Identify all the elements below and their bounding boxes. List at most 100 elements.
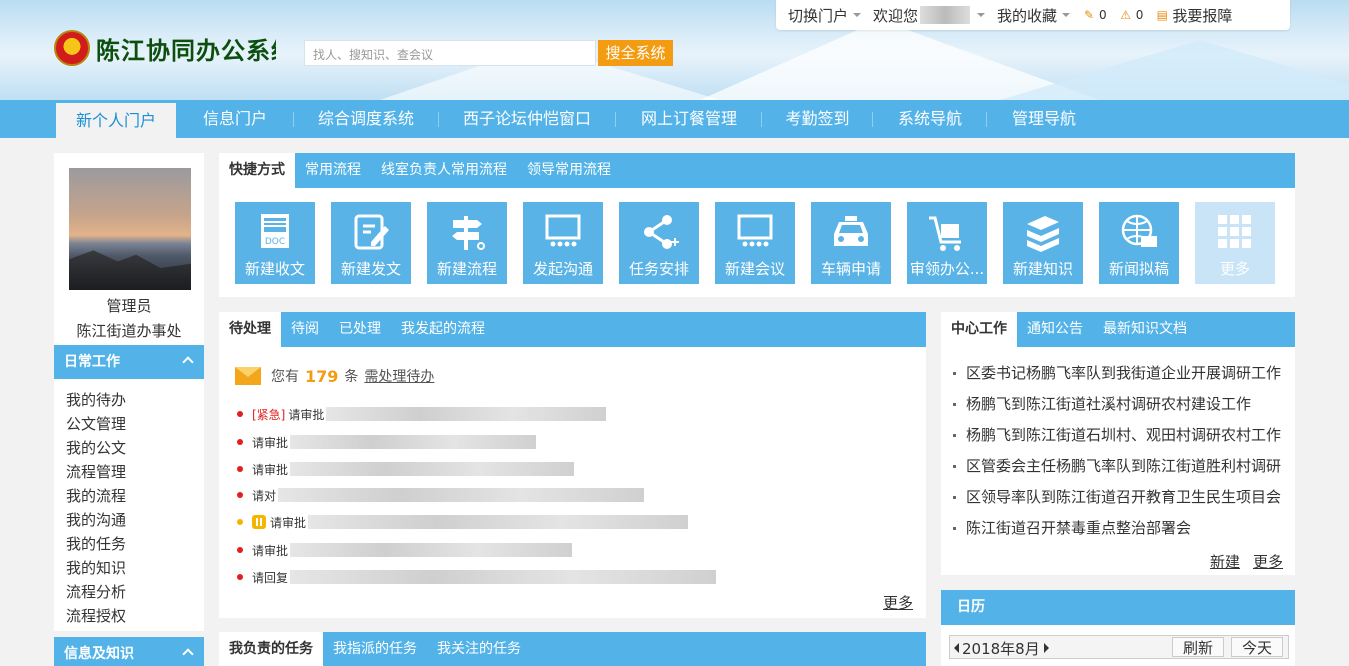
shortcut-new-receipt[interactable]: DOC 新建收文 xyxy=(235,202,315,284)
nav-tab-new-portal[interactable]: 新个人门户 xyxy=(56,103,176,138)
next-month-icon[interactable] xyxy=(1044,643,1049,653)
tab-center-work[interactable]: 中心工作 xyxy=(941,312,1017,347)
pending-summary: 您有 179 条 需处理待办 xyxy=(235,366,434,386)
pause-icon xyxy=(252,515,266,529)
nav-separator xyxy=(438,112,439,127)
todo-text: 请回复 xyxy=(252,570,289,585)
tab-leader-process[interactable]: 领导常用流程 xyxy=(517,153,621,188)
pending-todo-link[interactable]: 需处理待办 xyxy=(364,366,434,386)
pending-tabbar: 待处理 待阅 已处理 我发起的流程 xyxy=(219,312,926,347)
shortcut-task-assign[interactable]: 任务安排 xyxy=(619,202,699,284)
shortcut-new-knowledge[interactable]: 新建知识 xyxy=(1003,202,1083,284)
pending-more-link[interactable]: 更多 xyxy=(883,592,913,613)
tab-followed-tasks[interactable]: 我关注的任务 xyxy=(427,632,531,666)
todo-item[interactable]: 请审批 xyxy=(237,459,575,479)
tab-my-responsible-tasks[interactable]: 我负责的任务 xyxy=(219,632,323,666)
red-dot-icon xyxy=(237,492,243,498)
tab-office-head-process[interactable]: 线室负责人常用流程 xyxy=(371,153,517,188)
tab-assigned-tasks[interactable]: 我指派的任务 xyxy=(323,632,427,666)
shortcut-news-draft[interactable]: 新闻拟稿 xyxy=(1099,202,1179,284)
nav-separator xyxy=(986,112,987,127)
shortcut-new-process[interactable]: 新建流程 xyxy=(427,202,507,284)
sidebar-item-my-process[interactable]: 我的流程 xyxy=(54,484,204,508)
todo-item[interactable]: 请对 xyxy=(237,485,645,505)
nav-tab-admin-nav[interactable]: 管理导航 xyxy=(994,100,1094,138)
nav-tab-info-portal[interactable]: 信息门户 xyxy=(185,100,285,138)
task-notice[interactable]: ✎ 0 xyxy=(1076,8,1113,22)
switch-portal-menu[interactable]: 切换门户 xyxy=(776,5,867,26)
sidebar-section-daily-work[interactable]: 日常工作 xyxy=(54,345,204,379)
shortcut-label: 新建知识 xyxy=(1012,260,1073,278)
grid-icon xyxy=(1218,215,1251,248)
search-button[interactable]: 搜全系统 xyxy=(598,40,673,66)
news-new-link[interactable]: 新建 xyxy=(1210,551,1240,572)
calendar-panel: 2018年8月 刷新 今天 xyxy=(941,625,1295,666)
favorites-menu[interactable]: 我的收藏 xyxy=(991,5,1076,26)
nav-tab-dispatch[interactable]: 综合调度系统 xyxy=(301,100,431,138)
tab-notices[interactable]: 通知公告 xyxy=(1017,312,1093,347)
news-title: 区领导率队到陈江街道召开教育卫生民生项目会 xyxy=(966,488,1282,506)
shortcut-new-dispatch[interactable]: 新建发文 xyxy=(331,202,411,284)
sidebar-item-my-communication[interactable]: 我的沟通 xyxy=(54,508,204,532)
nav-tab-system-nav[interactable]: 系统导航 xyxy=(880,100,980,138)
news-item[interactable]: 区领导率队到陈江街道召开教育卫生民生项目会 xyxy=(953,486,1283,506)
red-dot-icon xyxy=(237,439,243,445)
shortcut-more[interactable]: 更多 xyxy=(1195,202,1275,284)
user-menu[interactable]: 欢迎您 xyxy=(867,5,991,26)
shortcut-vehicle-request[interactable]: 车辆申请 xyxy=(811,202,891,284)
calendar-refresh-button[interactable]: 刷新 xyxy=(1172,637,1225,657)
avatar[interactable] xyxy=(69,168,191,290)
nav-tab-meal-order[interactable]: 网上订餐管理 xyxy=(624,100,754,138)
todo-item[interactable]: 请审批 xyxy=(237,512,689,532)
svg-text:DOC: DOC xyxy=(265,237,285,247)
news-panel: 中心工作 通知公告 最新知识文档 区委书记杨鹏飞率队到我街道企业开展调研工作 杨… xyxy=(941,312,1295,575)
sidebar-item-my-todo[interactable]: 我的待办 xyxy=(54,388,204,412)
tab-shortcuts[interactable]: 快捷方式 xyxy=(219,153,295,188)
report-issue-link[interactable]: ▤ 我要报障 xyxy=(1149,5,1238,26)
blurred-text xyxy=(290,543,573,557)
sidebar-item-my-knowledge[interactable]: 我的知识 xyxy=(54,556,204,580)
sidebar-item-process-authorization[interactable]: 流程授权 xyxy=(54,604,204,628)
shortcut-start-communication[interactable]: 发起沟通 xyxy=(523,202,603,284)
calendar-today-button[interactable]: 今天 xyxy=(1231,637,1284,657)
todo-item[interactable]: [紧急] 请审批 xyxy=(237,404,607,424)
chevron-up-icon xyxy=(182,356,194,368)
tab-to-read[interactable]: 待阅 xyxy=(281,312,329,347)
search-input[interactable]: 找人、搜知识、查会议 xyxy=(304,40,596,66)
user-profile-card: 管理员 陈江街道办事处 xyxy=(54,153,204,345)
prev-month-icon[interactable] xyxy=(954,643,959,653)
logo-text: 陈江协同办公系统 xyxy=(96,36,276,65)
tab-processed[interactable]: 已处理 xyxy=(329,312,391,347)
sidebar-item-process-management[interactable]: 流程管理 xyxy=(54,460,204,484)
todo-text: 请审批 xyxy=(252,462,289,477)
shortcut-new-meeting[interactable]: 新建会议 xyxy=(715,202,795,284)
national-emblem-icon xyxy=(54,30,90,66)
news-item[interactable]: 区委书记杨鹏飞率队到我街道企业开展调研工作 xyxy=(953,362,1283,382)
sidebar-item-process-analysis[interactable]: 流程分析 xyxy=(54,580,204,604)
app-logo[interactable]: 陈江协同办公系统 xyxy=(54,30,276,66)
tab-latest-docs[interactable]: 最新知识文档 xyxy=(1093,312,1197,347)
todo-item[interactable]: 请回复 xyxy=(237,567,717,587)
news-item[interactable]: 区管委会主任杨鹏飞率队到陈江街道胜利村调研 xyxy=(953,455,1283,475)
alert-notice[interactable]: ⚠ 0 xyxy=(1113,8,1150,22)
sidebar-item-my-tasks[interactable]: 我的任务 xyxy=(54,532,204,556)
nav-tab-forum[interactable]: 西子论坛仲恺窗口 xyxy=(447,100,607,138)
sidebar-item-my-docs[interactable]: 我的公文 xyxy=(54,436,204,460)
tab-my-initiated[interactable]: 我发起的流程 xyxy=(391,312,495,347)
news-more-link[interactable]: 更多 xyxy=(1253,551,1283,572)
news-item[interactable]: 杨鹏飞到陈江街道社溪村调研农村建设工作 xyxy=(953,393,1283,413)
todo-item[interactable]: 请审批 xyxy=(237,432,537,452)
tab-common-process[interactable]: 常用流程 xyxy=(295,153,371,188)
nav-tab-attendance[interactable]: 考勤签到 xyxy=(770,100,865,138)
tab-to-process[interactable]: 待处理 xyxy=(219,312,281,347)
sidebar-item-doc-management[interactable]: 公文管理 xyxy=(54,412,204,436)
sidebar-section-info-knowledge[interactable]: 信息及知识 xyxy=(54,637,204,666)
shortcut-label: 新建会议 xyxy=(724,260,785,278)
news-item[interactable]: 杨鹏飞到陈江街道石圳村、观田村调研农村工作 xyxy=(953,424,1283,444)
shortcut-office-supplies[interactable]: 审领办公... xyxy=(907,202,987,284)
shortcut-label: 新建流程 xyxy=(436,260,497,278)
todo-text: 请对 xyxy=(252,488,277,503)
nav-separator xyxy=(761,112,762,127)
todo-item[interactable]: 请审批 xyxy=(237,540,573,560)
news-item[interactable]: 陈江街道召开禁毒重点整治部署会 xyxy=(953,517,1283,537)
